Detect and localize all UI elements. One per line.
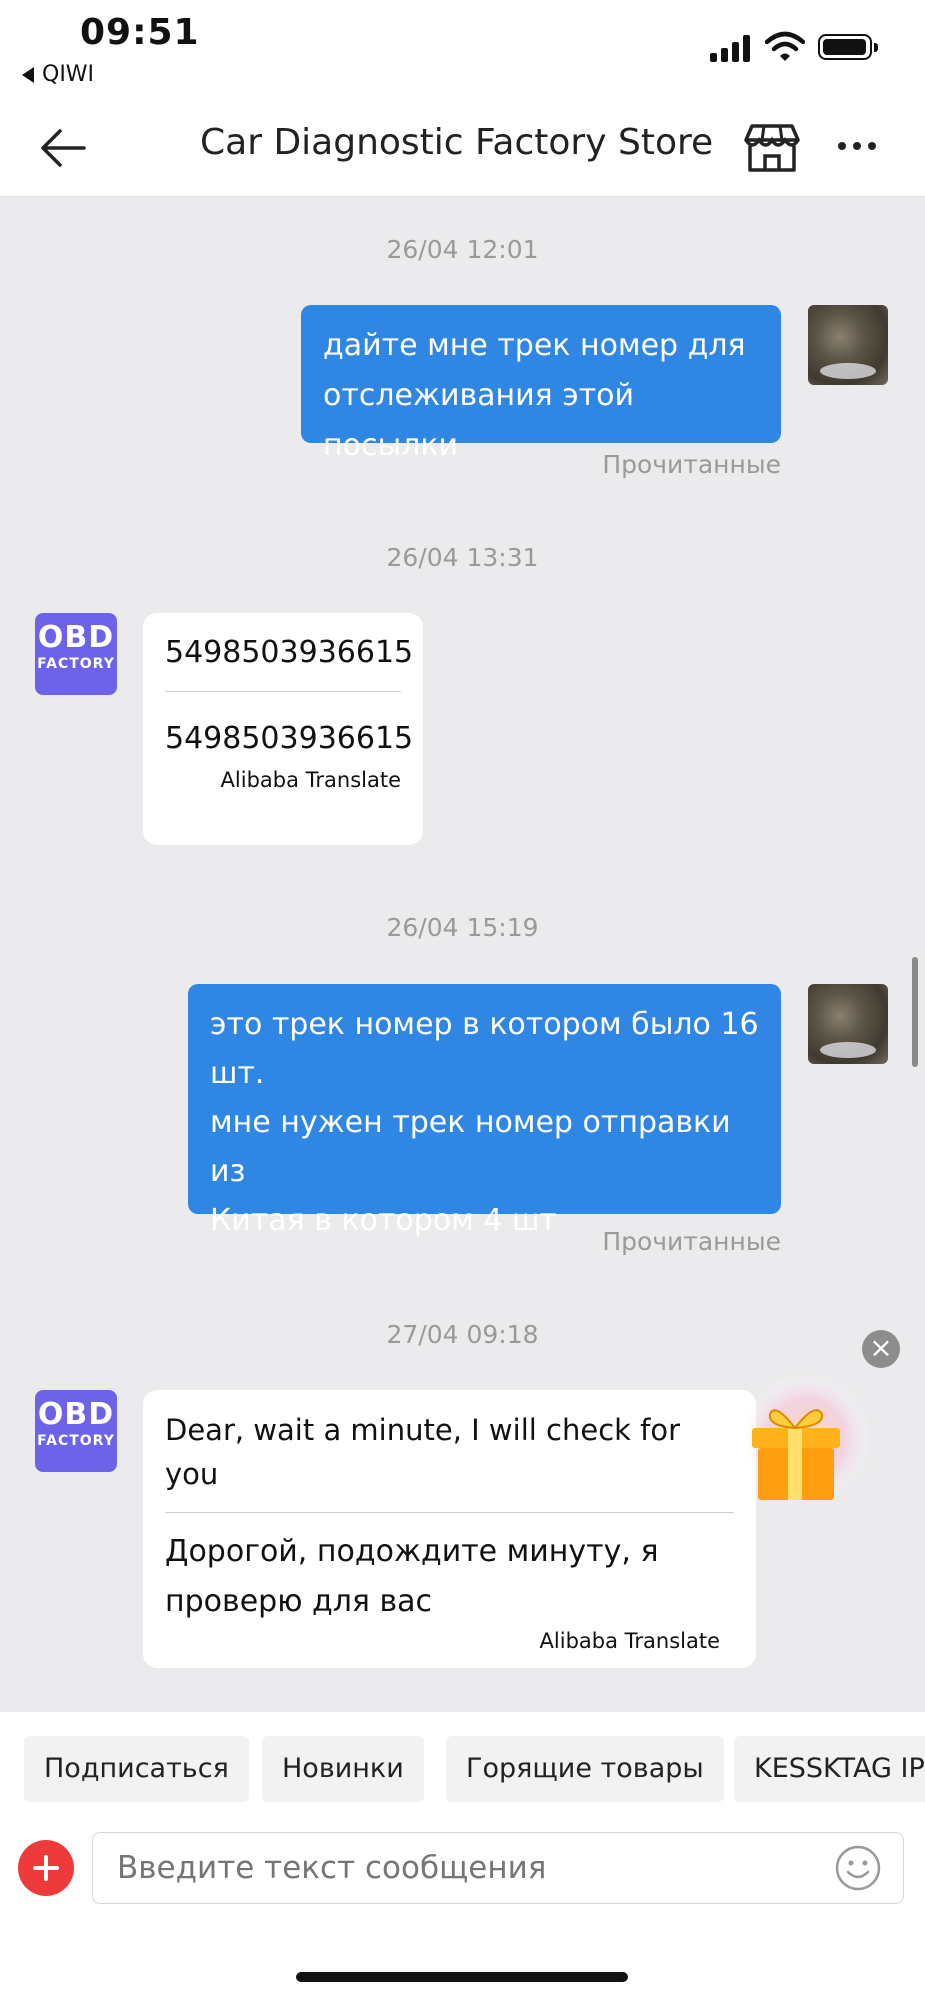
original-text: 5498503936615 [165,635,414,670]
chip-new-arrivals[interactable]: Новинки [262,1736,424,1802]
chip-hot-deals[interactable]: Горящие товары [446,1736,724,1802]
read-status: Прочитанные [602,450,781,479]
status-bar: 09:51 QIWI [0,0,925,100]
shop-avatar-text: OBD [37,620,115,655]
chat-header: Car Diagnostic Factory Store [0,100,925,197]
emoji-icon[interactable] [834,1844,882,1892]
wifi-icon [765,31,805,61]
message-input-bar [0,1830,925,2000]
user-avatar[interactable] [808,305,888,385]
chip-kesstag[interactable]: KESSKTAG IPR [734,1736,925,1802]
cellular-signal-icon [710,34,750,62]
back-app-label: QIWI [42,62,95,87]
close-gift-icon[interactable]: × [862,1330,900,1368]
battery-icon [818,34,878,60]
quick-replies-bar: Подписаться Новинки Горящие товары KESSK… [0,1712,925,1830]
shop-avatar-subtext: FACTORY [37,1433,115,1449]
read-status: Прочитанные [602,1227,781,1256]
message-timestamp: 26/04 12:01 [386,235,539,264]
translated-text: Дорогой, подождите минуту, я проверю для… [165,1534,659,1619]
incoming-message[interactable]: 5498503936615 5498503936615 Alibaba Tran… [143,613,423,845]
back-to-app-link[interactable]: QIWI [22,62,94,87]
message-input[interactable] [92,1832,904,1904]
chip-subscribe[interactable]: Подписаться [24,1736,249,1802]
store-icon[interactable] [744,122,800,174]
original-text: Dear, wait a minute, I will check for yo… [165,1413,681,1491]
more-options-icon[interactable] [838,142,876,150]
gift-promo-icon[interactable] [730,1372,870,1512]
shop-avatar[interactable]: OBD FACTORY [35,1390,117,1472]
translator-label: Alibaba Translate [220,768,401,792]
add-attachment-button[interactable] [18,1840,74,1896]
status-time: 09:51 [80,12,200,53]
outgoing-message[interactable]: это трек номер в котором было 16 шт. мне… [188,984,781,1238]
home-indicator[interactable] [296,1972,628,1982]
message-timestamp: 27/04 09:18 [386,1320,539,1349]
back-arrow-icon[interactable] [40,128,86,168]
shop-avatar-text: OBD [37,1397,115,1432]
shop-avatar-subtext: FACTORY [37,656,115,672]
incoming-message[interactable]: Dear, wait a minute, I will check for yo… [143,1390,756,1668]
message-timestamp: 26/04 15:19 [386,913,539,942]
translated-text: 5498503936615 [165,721,414,756]
outgoing-message[interactable]: дайте мне трек номер для отслеживания эт… [301,305,781,463]
message-timestamp: 26/04 13:31 [386,543,539,572]
translator-label: Alibaba Translate [539,1629,720,1653]
store-title: Car Diagnostic Factory Store [200,122,714,163]
user-avatar[interactable] [808,984,888,1064]
shop-avatar[interactable]: OBD FACTORY [35,613,117,695]
back-triangle-icon [22,66,34,83]
scrollbar[interactable] [912,957,918,1067]
